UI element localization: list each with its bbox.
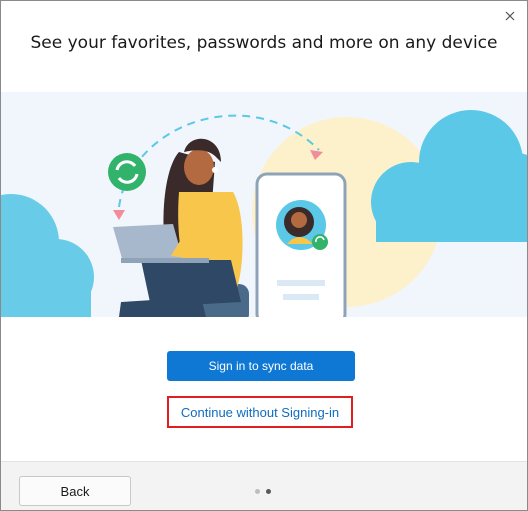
page-dot-2[interactable] — [266, 489, 271, 494]
page-indicator — [255, 489, 271, 494]
continue-without-signin-link[interactable]: Continue without Signing-in — [167, 396, 353, 428]
dialog-title: See your favorites, passwords and more o… — [30, 33, 498, 53]
sync-badge-icon — [108, 153, 146, 191]
page-dot-1[interactable] — [255, 489, 260, 494]
dialog-footer: Back — [1, 461, 527, 510]
sign-in-button[interactable]: Sign in to sync data — [167, 351, 355, 381]
sync-illustration — [1, 92, 527, 317]
arrow-head-left — [113, 210, 125, 220]
phone-shape — [255, 172, 347, 317]
sync-dialog: See your favorites, passwords and more o… — [0, 0, 528, 511]
close-icon[interactable] — [499, 5, 521, 27]
back-button[interactable]: Back — [19, 476, 131, 506]
left-cloud — [1, 194, 94, 317]
